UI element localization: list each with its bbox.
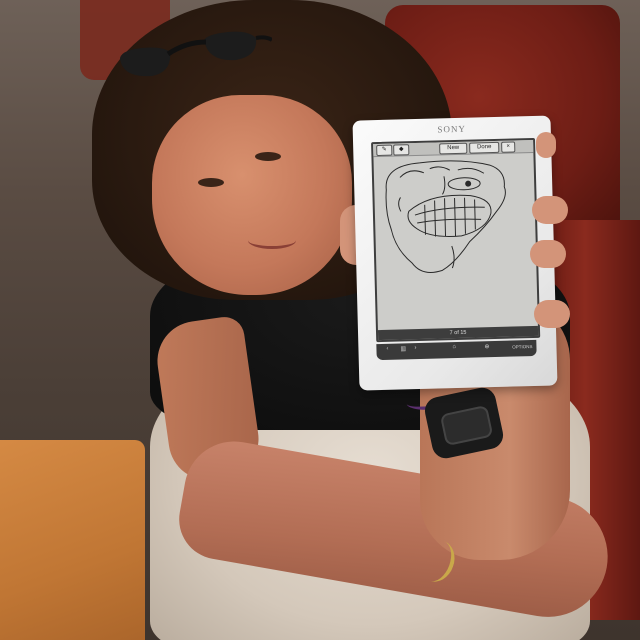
screen-toolbar: ✎ ◆ New Done × xyxy=(373,139,534,158)
ereader-screen[interactable]: ✎ ◆ New Done × 7 of 15 xyxy=(371,137,541,343)
back-arrow-icon[interactable]: ‹ xyxy=(386,346,388,352)
close-icon[interactable]: × xyxy=(501,141,516,153)
finger xyxy=(534,300,570,328)
photo-scene: SONY ✎ ◆ New Done × 7 of 15 ‹ ▥ › ⌂ ⊕ OP… xyxy=(0,0,640,640)
ereader-body: SONY ✎ ◆ New Done × 7 of 15 ‹ ▥ › ⌂ ⊕ OP… xyxy=(352,115,558,391)
page-indicator: 7 of 15 xyxy=(449,329,467,337)
eraser-tool-icon[interactable]: ◆ xyxy=(393,144,410,156)
pen-tool-icon[interactable]: ✎ xyxy=(376,144,393,157)
menu-icon[interactable]: ▥ xyxy=(400,345,406,352)
options-button[interactable]: OPTIONS xyxy=(512,344,532,350)
wooden-table xyxy=(0,440,145,640)
forward-arrow-icon[interactable]: › xyxy=(414,345,416,351)
new-button[interactable]: New xyxy=(439,142,468,155)
left-eye xyxy=(198,178,224,187)
brand-logo: SONY xyxy=(437,123,467,135)
zoom-icon[interactable]: ⊕ xyxy=(484,343,489,350)
hardware-buttons: ‹ ▥ › ⌂ ⊕ OPTIONS xyxy=(376,339,537,361)
screen-status-bar: 7 of 15 xyxy=(377,325,539,341)
finger xyxy=(530,240,566,268)
right-eye xyxy=(255,152,281,161)
face-sketch-drawing xyxy=(385,160,506,273)
finger xyxy=(532,196,568,224)
home-icon[interactable]: ⌂ xyxy=(452,344,456,350)
done-button[interactable]: Done xyxy=(469,141,500,154)
smile xyxy=(248,232,296,249)
sunglasses xyxy=(120,31,272,77)
ereader-device: SONY ✎ ◆ New Done × 7 of 15 ‹ ▥ › ⌂ ⊕ OP… xyxy=(352,115,559,392)
finger xyxy=(536,132,556,158)
watch-face xyxy=(439,404,494,447)
person-face xyxy=(152,95,352,295)
